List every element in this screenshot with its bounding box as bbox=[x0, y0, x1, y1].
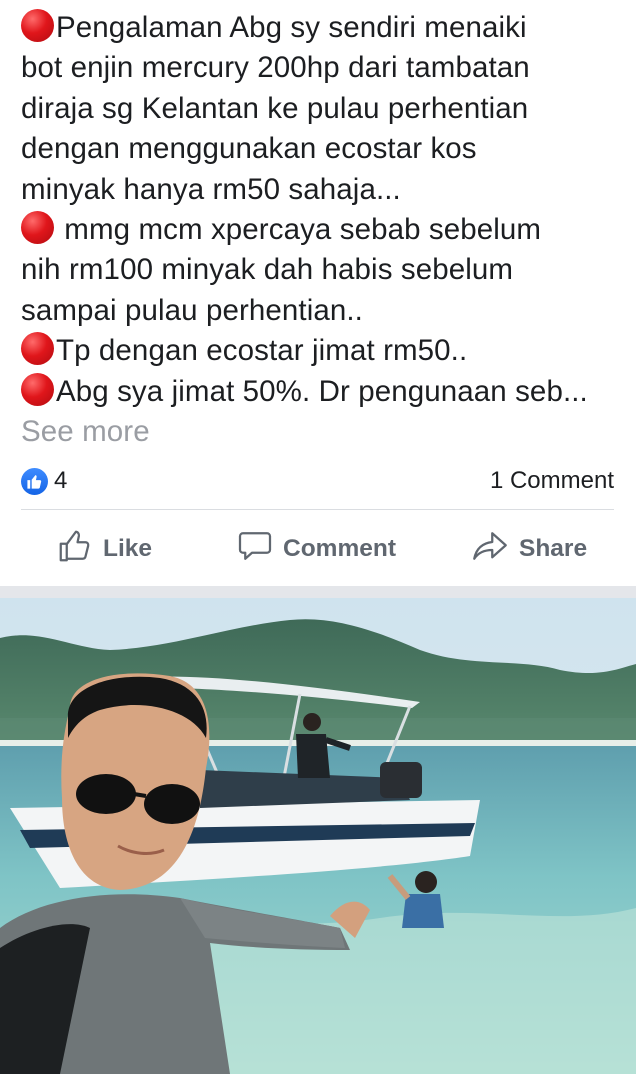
post-line: bot enjin mercury 200hp dari tambatan bbox=[21, 51, 530, 85]
see-more-link[interactable]: See more bbox=[21, 412, 621, 452]
red-circle-icon bbox=[21, 9, 54, 42]
thumbs-up-icon bbox=[21, 467, 48, 495]
post-line: diraja sg Kelantan ke pulau perhentian bbox=[21, 91, 529, 125]
share-arrow-icon bbox=[471, 528, 509, 571]
post-line: Pengalaman Abg sy sendiri menaiki bbox=[21, 8, 621, 48]
post-line: sampai pulau perhentian.. bbox=[21, 293, 363, 327]
red-circle-icon bbox=[21, 332, 54, 366]
post-line: nih rm100 minyak dah habis sebelum bbox=[21, 253, 514, 287]
like-count[interactable]: 4 bbox=[21, 467, 67, 495]
post-line: minyak hanya rm50 sahaja... bbox=[21, 172, 401, 206]
section-separator bbox=[0, 586, 636, 598]
comment-label: Comment bbox=[283, 535, 396, 562]
post-text: Pengalaman Abg sy sendiri menaiki bot en… bbox=[21, 8, 621, 452]
comment-count-link[interactable]: 1 Comment bbox=[490, 467, 614, 495]
post-line: Tp dengan ecostar jimat rm50.. bbox=[21, 331, 621, 371]
post-line: mmg mcm xpercaya sebab sebelum bbox=[21, 210, 621, 250]
post-line: dengan menggunakan ecostar kos bbox=[21, 132, 477, 166]
reaction-stats: 4 1 Comment bbox=[21, 464, 614, 498]
like-count-value: 4 bbox=[54, 467, 68, 494]
like-label: Like bbox=[103, 535, 153, 562]
post-photo[interactable] bbox=[0, 598, 636, 1074]
action-bar: Like Comment Share bbox=[0, 524, 636, 574]
comment-button[interactable]: Comment bbox=[237, 524, 396, 574]
red-circle-icon bbox=[21, 372, 54, 406]
thumbs-up-outline-icon bbox=[57, 528, 93, 571]
like-button[interactable]: Like bbox=[57, 524, 152, 574]
share-button[interactable]: Share bbox=[471, 524, 587, 574]
speech-bubble-icon bbox=[237, 528, 273, 571]
divider bbox=[21, 509, 614, 510]
red-circle-icon bbox=[21, 211, 54, 245]
share-label: Share bbox=[519, 535, 588, 562]
post-line: Abg sya jimat 50%. Dr pengunaan seb... bbox=[21, 372, 621, 412]
